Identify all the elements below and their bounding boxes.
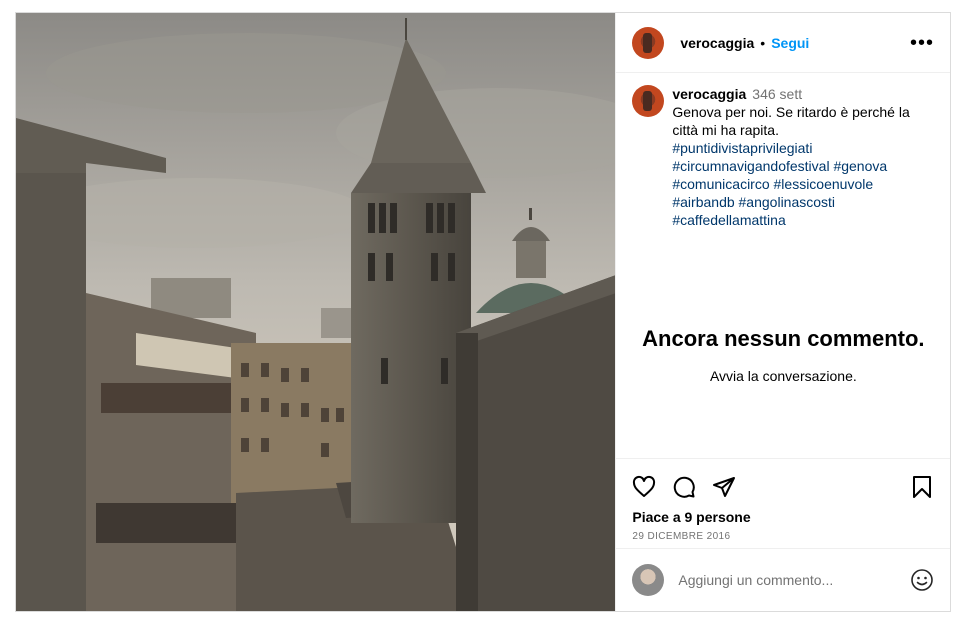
author-username[interactable]: verocaggia <box>680 35 754 51</box>
user-avatar <box>632 564 665 596</box>
author-avatar[interactable] <box>632 26 665 59</box>
comment-input[interactable]: Aggiungi un commento... <box>678 572 833 588</box>
no-comments-subtitle: Avvia la conversazione. <box>709 368 857 384</box>
no-comments-title: Ancora nessun commento. <box>642 326 925 351</box>
hashtag-line[interactable]: #circumnavigandofestival #genova <box>672 157 932 175</box>
hashtag-line[interactable]: #comunicacirco #lessicoenuvole <box>672 175 932 193</box>
hashtags: #puntidivistaprivilegiati #circumnavigan… <box>672 139 932 229</box>
hashtag-line[interactable]: #airbandb #angolinascosti <box>672 193 932 211</box>
separator-dot: • <box>760 34 766 51</box>
caption-body: Genova per noi. Se ritardo è perché la c… <box>672 104 910 138</box>
post-header: verocaggia • Segui ••• <box>616 13 950 73</box>
caption-text-block: verocaggia 346 sett Genova per noi. Se ri… <box>672 85 932 229</box>
hashtag-line[interactable]: #caffedellamattina <box>672 211 932 229</box>
caption-time[interactable]: 346 sett <box>752 86 802 102</box>
post-image[interactable] <box>16 13 616 611</box>
emoji-icon[interactable] <box>910 568 934 592</box>
comment-icon[interactable] <box>672 475 696 499</box>
photo-genova-bell-tower <box>16 13 616 611</box>
post-container: verocaggia • Segui ••• verocaggia 346 set… <box>15 12 951 612</box>
no-comments: Ancora nessun commento. Avvia la convers… <box>616 326 950 384</box>
hashtag-line[interactable]: #puntidivistaprivilegiati <box>672 139 932 157</box>
caption: verocaggia 346 sett Genova per noi. Se ri… <box>616 73 950 229</box>
add-comment-bar: Aggiungi un commento... <box>616 548 951 611</box>
caption-username[interactable]: verocaggia <box>672 86 746 102</box>
likes-count[interactable]: Piace a 9 persone <box>616 501 950 525</box>
caption-avatar[interactable] <box>632 85 665 117</box>
more-icon[interactable]: ••• <box>910 33 934 53</box>
heart-icon[interactable] <box>632 475 656 499</box>
bookmark-icon[interactable] <box>910 475 934 499</box>
post-date[interactable]: 29 DICEMBRE 2016 <box>616 525 950 542</box>
side-panel: verocaggia • Segui ••• verocaggia 346 set… <box>615 13 951 611</box>
follow-button[interactable]: Segui <box>771 35 809 51</box>
share-icon[interactable] <box>712 475 736 499</box>
actions-bar: Piace a 9 persone 29 DICEMBRE 2016 <box>616 458 951 542</box>
